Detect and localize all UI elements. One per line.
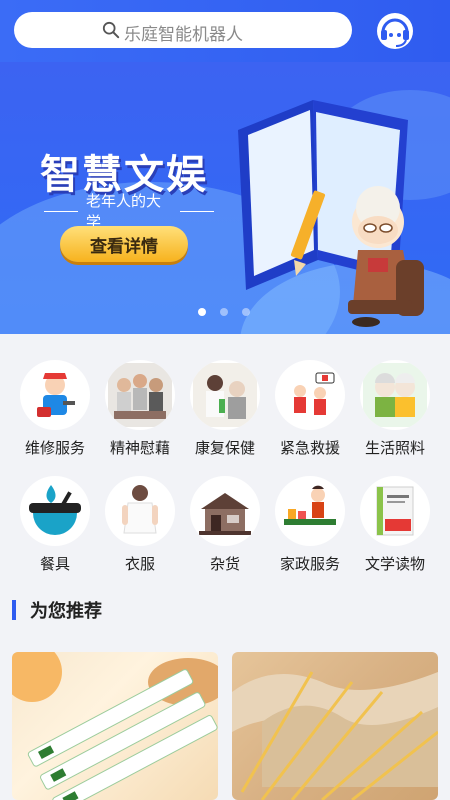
carousel-dot[interactable] (220, 308, 228, 316)
category-label: 餐具 (39, 555, 70, 573)
category-literature[interactable]: 文学读物 (352, 476, 438, 586)
view-details-button[interactable]: 查看详情 (60, 226, 188, 262)
category-label: 杂货 (209, 555, 240, 573)
search-icon (102, 21, 120, 39)
bamboo-skewers-product-image (232, 671, 438, 800)
customer-service-icon[interactable] (374, 10, 416, 52)
product-card[interactable] (12, 652, 218, 800)
category-label: 精神慰藉 (109, 439, 170, 457)
category-label: 维修服务 (24, 439, 85, 457)
category-label: 衣服 (124, 555, 155, 573)
product-card[interactable] (232, 652, 438, 800)
category-label: 康复保健 (194, 439, 255, 457)
search-bar[interactable]: 乐庭智能机器人 (14, 12, 352, 48)
repair-worker-icon (37, 373, 75, 417)
recommend-section-title: 为您推荐 (12, 598, 102, 622)
promo-banner[interactable]: 智慧文娱 老年人的大学 查看详情 (0, 62, 450, 334)
health-care-icon (193, 363, 257, 427)
book-icon (376, 486, 414, 536)
category-rehab[interactable]: 康复保健 (182, 360, 268, 470)
elderly-couple-icon (363, 363, 427, 427)
category-groceries[interactable]: 杂货 (182, 476, 268, 586)
category-grid: 维修服务 精神慰藉 康复保健 紧急救援 生活照料 餐具 衣服 杂货 家政服务 文… (0, 334, 450, 584)
category-comfort[interactable]: 精神慰藉 (97, 360, 183, 470)
category-label: 紧急救援 (279, 439, 340, 457)
emergency-rescue-icon (294, 372, 335, 415)
groceries-store-icon (199, 493, 251, 535)
book-elder-illustration (238, 100, 424, 327)
category-label: 家政服务 (279, 555, 340, 573)
carousel-indicator[interactable] (198, 308, 250, 316)
clothing-icon (122, 485, 158, 534)
category-emergency[interactable]: 紧急救援 (267, 360, 353, 470)
chopsticks-product-image (12, 652, 218, 800)
carousel-dot[interactable] (198, 308, 206, 316)
category-label: 生活照料 (364, 439, 425, 457)
category-housekeeping[interactable]: 家政服务 (267, 476, 353, 586)
category-repair[interactable]: 维修服务 (12, 360, 98, 470)
category-label: 文学读物 (364, 555, 425, 573)
family-gathering-icon (108, 363, 172, 427)
top-bar: 乐庭智能机器人 (0, 0, 450, 62)
housekeeping-icon (284, 485, 336, 525)
tableware-bowl-icon (29, 485, 81, 535)
section-accent-bar (12, 600, 16, 620)
category-tableware[interactable]: 餐具 (12, 476, 98, 586)
carousel-dot[interactable] (242, 308, 250, 316)
category-daily-care[interactable]: 生活照料 (352, 360, 438, 470)
search-placeholder: 乐庭智能机器人 (124, 25, 243, 45)
category-clothing[interactable]: 衣服 (97, 476, 183, 586)
